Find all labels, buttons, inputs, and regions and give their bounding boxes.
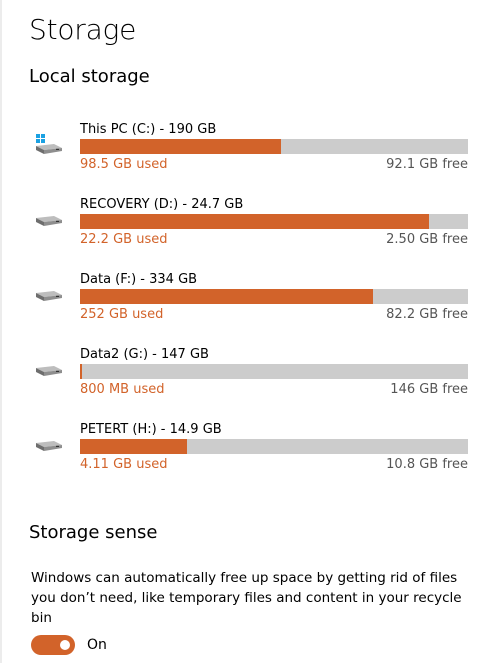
usage-bar xyxy=(80,214,468,229)
usage-bar xyxy=(80,439,468,454)
storage-settings-page: Storage Local storage This PC (C:) - 190… xyxy=(0,0,500,663)
drive-icon xyxy=(36,216,62,226)
usage-bar-fill xyxy=(80,439,187,454)
storage-sense-description: Windows can automatically free up space … xyxy=(31,570,462,626)
used-space-label: 252 GB used xyxy=(80,307,164,322)
windows-system-drive-icon xyxy=(36,134,62,154)
drive-icon xyxy=(36,441,62,451)
free-space-label: 10.8 GB free xyxy=(386,457,468,472)
drive-item-g[interactable]: Data2 (G:) - 147 GB 800 MB used 146 GB f… xyxy=(32,347,472,403)
drive-icon xyxy=(36,366,62,376)
storage-sense-toggle[interactable] xyxy=(31,635,75,655)
drive-name: PETERT (H:) - 14.9 GB xyxy=(80,422,222,437)
free-space-label: 2.50 GB free xyxy=(386,232,468,247)
storage-sense-heading: Storage sense xyxy=(29,522,158,543)
drive-item-f[interactable]: Data (F:) - 334 GB 252 GB used 82.2 GB f… xyxy=(32,272,472,328)
local-storage-heading: Local storage xyxy=(29,66,150,87)
usage-bar xyxy=(80,364,468,379)
used-space-label: 22.2 GB used xyxy=(80,232,168,247)
usage-bar-fill xyxy=(80,139,281,154)
drive-item-h[interactable]: PETERT (H:) - 14.9 GB 4.11 GB used 10.8 … xyxy=(32,422,472,478)
usage-bar-fill xyxy=(80,364,82,379)
free-space-label: 146 GB free xyxy=(390,382,468,397)
storage-sense-toggle-label: On xyxy=(87,637,107,653)
drive-icon xyxy=(36,291,62,301)
drive-item-d[interactable]: RECOVERY (D:) - 24.7 GB 22.2 GB used 2.5… xyxy=(32,197,472,253)
usage-bar-fill xyxy=(80,289,373,304)
free-space-label: 82.2 GB free xyxy=(386,307,468,322)
free-space-label: 92.1 GB free xyxy=(386,157,468,172)
drive-item-c[interactable]: This PC (C:) - 190 GB 98.5 GB used 92.1 … xyxy=(32,122,472,178)
toggle-knob xyxy=(60,640,70,650)
usage-bar xyxy=(80,289,468,304)
drive-name: RECOVERY (D:) - 24.7 GB xyxy=(80,197,244,212)
used-space-label: 98.5 GB used xyxy=(80,157,168,172)
drive-name: Data2 (G:) - 147 GB xyxy=(80,347,209,362)
used-space-label: 4.11 GB used xyxy=(80,457,168,472)
drive-name: Data (F:) - 334 GB xyxy=(80,272,198,287)
usage-bar-fill xyxy=(80,214,429,229)
usage-bar xyxy=(80,139,468,154)
drive-name: This PC (C:) - 190 GB xyxy=(80,122,217,137)
page-title: Storage xyxy=(29,13,137,46)
used-space-label: 800 MB used xyxy=(80,382,165,397)
